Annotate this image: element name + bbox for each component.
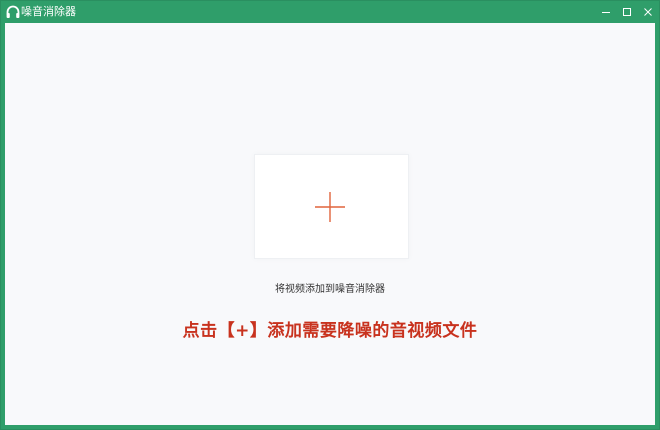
app-window: 噪音消除器 将视频添加到噪音消除器 点击【+】添加需要降噪的音视频文件 <box>0 0 660 430</box>
instruction-caption: 点击【+】添加需要降噪的音视频文件 <box>182 321 478 341</box>
close-button[interactable] <box>636 1 660 23</box>
main-content: 将视频添加到噪音消除器 点击【+】添加需要降噪的音视频文件 <box>5 23 655 425</box>
title-bar[interactable]: 噪音消除器 <box>1 1 659 23</box>
window-title: 噪音消除器 <box>21 5 76 18</box>
headphones-logo-icon <box>5 4 21 20</box>
minimize-icon <box>601 7 611 17</box>
plus-icon <box>313 190 347 224</box>
add-file-dropzone[interactable] <box>254 154 409 259</box>
close-icon <box>643 7 653 17</box>
add-video-hint: 将视频添加到噪音消除器 <box>275 284 385 295</box>
maximize-icon <box>622 7 632 17</box>
